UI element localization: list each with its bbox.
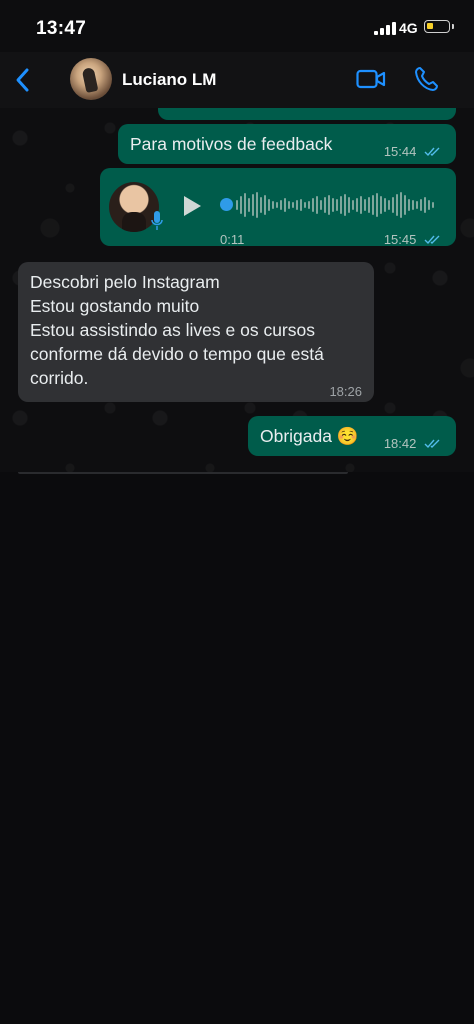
- waveform-bar: [264, 195, 266, 215]
- waveform-bar: [396, 194, 398, 216]
- message-text: Obrigada ☺️: [260, 426, 359, 446]
- microphone-icon: [151, 211, 163, 230]
- message-bubble-incoming[interactable]: Descobri pelo Instagram Estou gostando m…: [18, 262, 374, 402]
- waveform-bar: [256, 192, 258, 218]
- message-meta: 15:44: [384, 140, 442, 164]
- waveform-bar: [344, 194, 346, 216]
- message-meta: 18:42: [384, 432, 442, 456]
- waveform-bar: [280, 200, 282, 210]
- waveform-bar: [244, 193, 246, 217]
- status-time: 13:47: [36, 18, 87, 39]
- cut-off-bubble-edge: [18, 472, 348, 474]
- waveform-bar: [288, 201, 290, 209]
- waveform-bar: [404, 195, 406, 215]
- waveform-bar: [408, 199, 410, 211]
- message-time: 18:42: [383, 436, 417, 451]
- empty-screen-area: [0, 472, 474, 1024]
- chevron-left-icon[interactable]: [12, 66, 34, 94]
- message-bubble[interactable]: Para motivos de feedback 15:44: [118, 124, 456, 164]
- playback-scrubber[interactable]: [220, 198, 233, 211]
- network-type: 4G: [399, 20, 418, 36]
- message-line: Descobri pelo Instagram: [30, 272, 220, 292]
- waveform-bar: [240, 196, 242, 214]
- double-check-icon: [424, 439, 440, 449]
- play-icon[interactable]: [184, 196, 201, 216]
- waveform-bar: [364, 199, 366, 211]
- message-bubble[interactable]: Obrigada ☺️ 18:42: [248, 416, 456, 456]
- message-line: conforme dá devido o tempo que está: [30, 344, 324, 364]
- waveform-bar: [348, 197, 350, 213]
- waveform-bar: [320, 200, 322, 210]
- waveform-bar: [412, 200, 414, 210]
- waveform-bar: [352, 200, 354, 210]
- waveform-bar: [420, 199, 422, 211]
- video-camera-icon[interactable]: [356, 68, 386, 90]
- double-check-icon: [424, 147, 440, 157]
- waveform-bar: [424, 197, 426, 213]
- message-meta: 15:45: [384, 228, 442, 252]
- waveform-bar: [416, 201, 418, 209]
- waveform-bar: [260, 197, 262, 213]
- message-line: Estou gostando muito: [30, 296, 200, 316]
- waveform-bar: [356, 198, 358, 212]
- waveform-bar: [308, 201, 310, 209]
- waveform-bar: [388, 200, 390, 210]
- waveform-bar: [312, 198, 314, 212]
- voice-duration: 0:11: [220, 232, 245, 247]
- message-text: Descobri pelo Instagram Estou gostando m…: [30, 270, 366, 390]
- waveform-bar: [252, 194, 254, 216]
- message-time: 18:26: [329, 384, 362, 399]
- waveform-bar: [304, 202, 306, 208]
- message-bubble-partial[interactable]: [158, 108, 456, 120]
- waveform-bar: [372, 195, 374, 215]
- double-check-icon: [424, 235, 440, 245]
- avatar[interactable]: [70, 58, 112, 100]
- waveform-bar: [296, 200, 298, 210]
- battery-icon: [424, 20, 450, 33]
- waveform-bar: [324, 197, 326, 213]
- chat-header: Luciano LM: [0, 52, 474, 109]
- waveform-bar: [236, 200, 238, 210]
- waveform-bar: [332, 198, 334, 212]
- chat-area[interactable]: Para motivos de feedback 15:44 0:11 15:4…: [0, 108, 474, 472]
- waveform-bar: [380, 196, 382, 214]
- message-line: corrido.: [30, 368, 89, 388]
- waveform-bar: [276, 202, 278, 208]
- status-bar: 13:47 4G: [0, 0, 474, 52]
- phone-icon[interactable]: [414, 66, 438, 92]
- message-time: 15:44: [383, 144, 417, 159]
- waveform-bar: [316, 196, 318, 214]
- waveform-bar: [384, 198, 386, 212]
- message-time: 15:45: [383, 232, 417, 247]
- waveform-bar: [328, 195, 330, 215]
- waveform-bar: [392, 197, 394, 213]
- message-line: Estou assistindo as lives e os cursos: [30, 320, 315, 340]
- signal-icon: [374, 22, 396, 35]
- waveform-bar: [340, 196, 342, 214]
- waveform-bar: [284, 198, 286, 212]
- waveform-bar: [428, 200, 430, 210]
- waveform-bar: [300, 199, 302, 211]
- contact-name[interactable]: Luciano LM: [122, 70, 216, 90]
- voice-message-bubble[interactable]: 0:11 15:45: [100, 168, 456, 247]
- waveform-bar: [292, 202, 294, 208]
- waveform-bar: [268, 199, 270, 211]
- battery-tip: [452, 24, 454, 29]
- waveform-bar: [376, 193, 378, 217]
- waveform-bar: [248, 198, 250, 212]
- waveform-bar: [432, 202, 434, 208]
- waveform-bar: [360, 196, 362, 214]
- waveform-bar: [368, 197, 370, 213]
- waveform-bar: [336, 199, 338, 211]
- waveform-bar: [400, 192, 402, 218]
- waveform-bar: [272, 201, 274, 209]
- audio-waveform[interactable]: [236, 190, 436, 220]
- message-text: Para motivos de feedback: [130, 134, 333, 154]
